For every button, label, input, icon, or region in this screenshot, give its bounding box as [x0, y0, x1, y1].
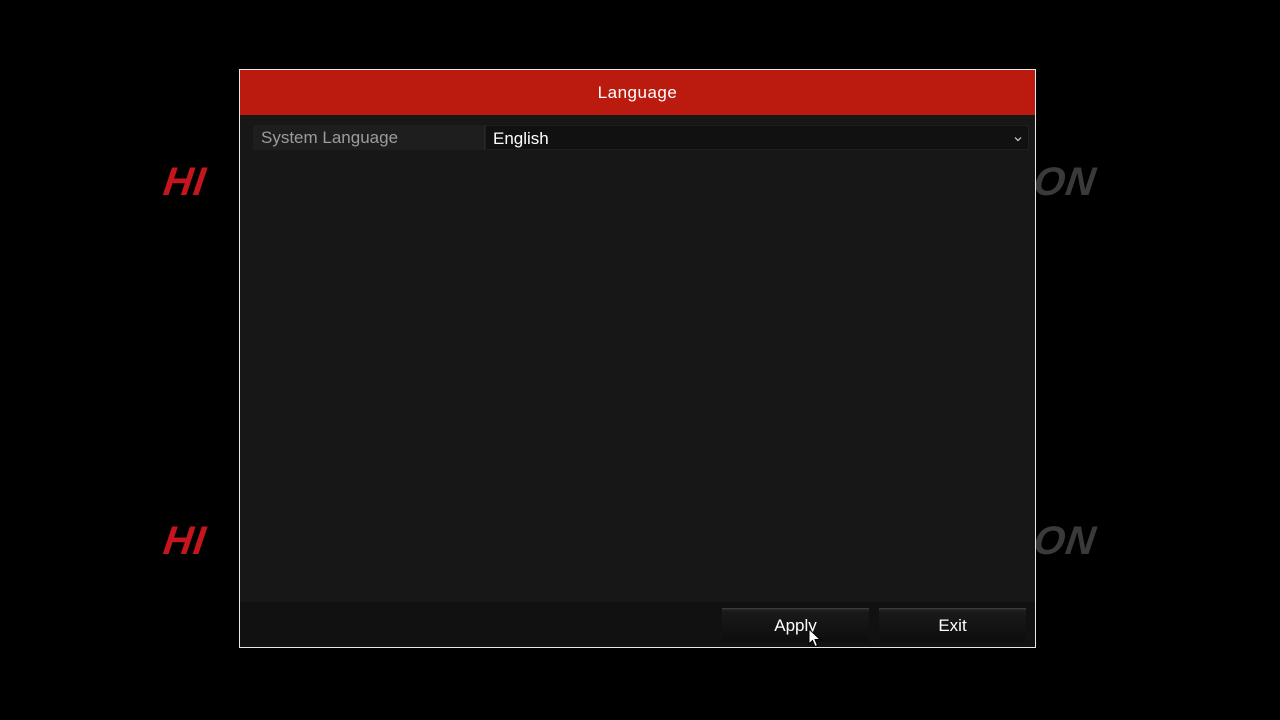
dialog-title: Language [597, 82, 678, 102]
brand-logo-fragment-left: HI [160, 160, 210, 204]
apply-button[interactable]: Apply [722, 608, 869, 642]
mouse-pointer-icon [808, 627, 822, 648]
chevron-down-icon[interactable] [1014, 126, 1022, 151]
dialog-body: System Language English [240, 115, 1035, 603]
system-language-value: English [493, 129, 549, 148]
dialog-footer: Apply Exit [240, 602, 1035, 647]
system-language-select[interactable]: English [485, 125, 1029, 150]
system-language-label: System Language [253, 125, 485, 150]
brand-logo-fragment-left: HI [160, 519, 210, 563]
exit-button[interactable]: Exit [879, 608, 1026, 642]
brand-logo-fragment-right: ON [1030, 160, 1100, 204]
language-dialog: Language System Language English Apply E… [239, 69, 1036, 648]
screen: HI ON HI ON Language System Language Eng… [0, 0, 1280, 720]
brand-logo-fragment-right: ON [1030, 519, 1100, 563]
setting-row-system-language: System Language English [253, 125, 1029, 150]
dialog-header: Language [240, 70, 1035, 115]
